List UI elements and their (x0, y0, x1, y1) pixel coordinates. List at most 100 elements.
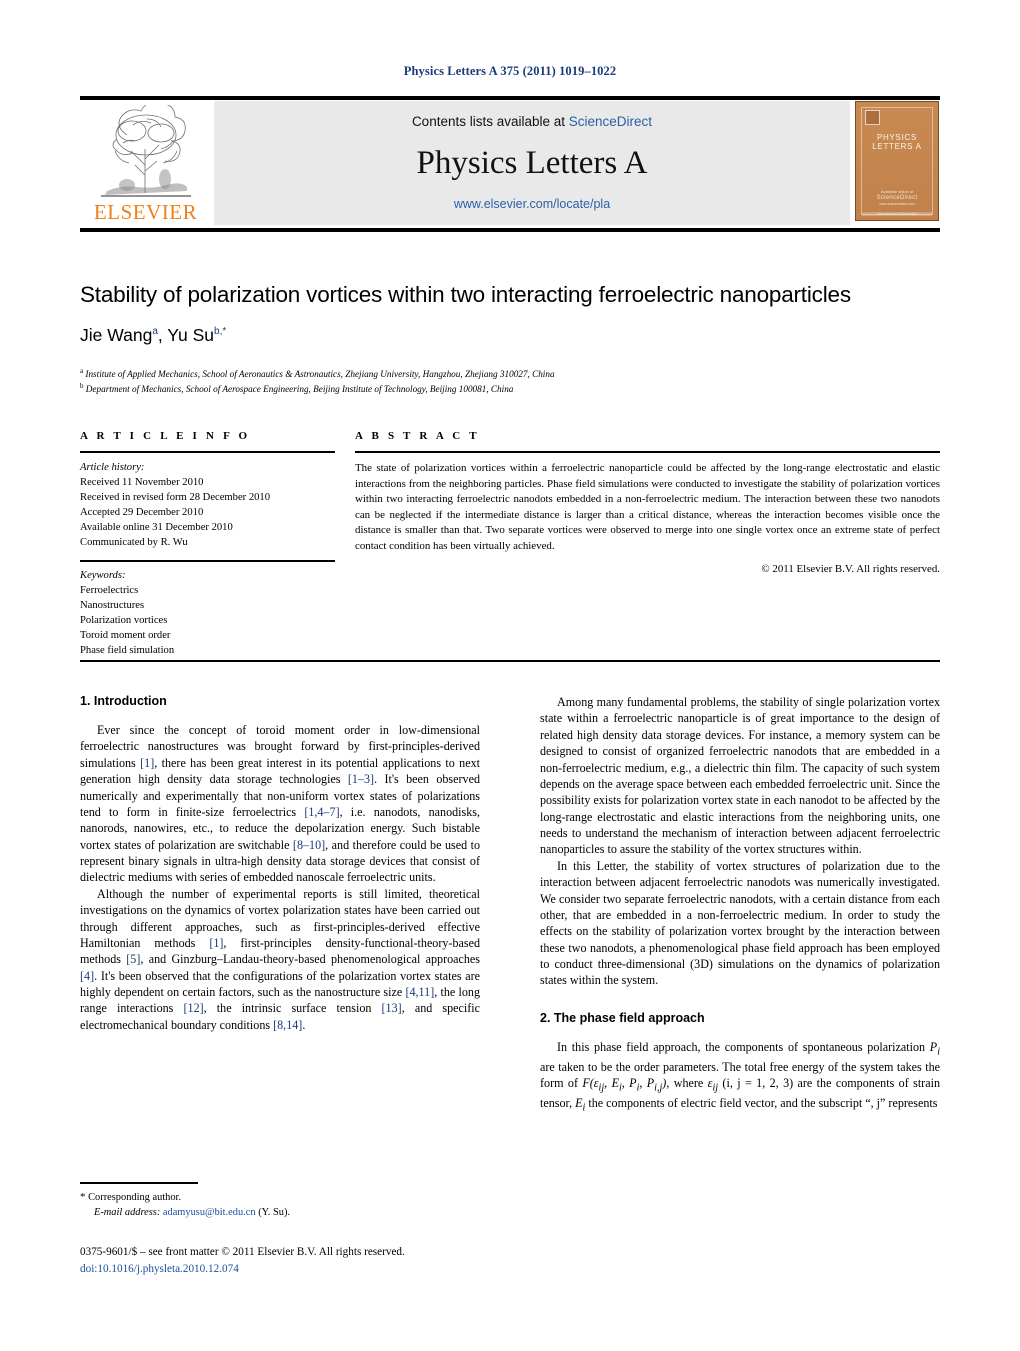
running-head: Physics Letters A 375 (2011) 1019–1022 (403, 64, 617, 78)
history-item: Communicated by R. Wu (80, 537, 188, 549)
history-item: Available online 31 December 2010 (80, 522, 233, 534)
cover-emblem-icon (865, 110, 880, 125)
keywords-rule (80, 560, 335, 563)
history-item: Received in revised form 28 December 201… (80, 492, 271, 504)
affiliation-a: a Institute of Applied Mechanics, School… (80, 366, 940, 381)
keyword-item: Polarization vortices (80, 615, 168, 627)
article-history-block: Article history: Received 11 November 20… (80, 460, 335, 550)
math-subscript: i (937, 1046, 940, 1058)
paragraph-intro-2: Although the number of experimental repo… (80, 886, 480, 1033)
keyword-item: Nanostructures (80, 600, 145, 612)
citation-ref[interactable]: [12] (184, 1001, 204, 1015)
cover-bottom-text: www.elsevier.com/locate/pla (877, 212, 917, 216)
email-suffix: (Y. Su). (258, 1207, 291, 1219)
corresponding-author-note: * Corresponding author. (80, 1190, 480, 1206)
keywords-block: Keywords: Ferroelectrics Nanostructures … (80, 568, 335, 658)
keywords-label: Keywords: (80, 570, 126, 582)
journal-url-link[interactable]: www.elsevier.com/locate/pla (454, 197, 610, 211)
cover-foot-line3: www.sciencedirect.com (879, 202, 915, 207)
footnote-star-marker: * (80, 1190, 86, 1203)
abstract-copyright: © 2011 Elsevier B.V. All rights reserved… (761, 562, 940, 575)
cover-foot-line2: ScienceDirect (876, 195, 918, 202)
keyword-item: Toroid moment order (80, 630, 171, 642)
elsevier-wordmark: ELSEVIER (93, 200, 198, 224)
journal-masthead: ELSEVIER Contents lists available at Sci… (80, 96, 940, 232)
math-symbol: , P (621, 1076, 637, 1091)
math-symbol: E (575, 1096, 583, 1111)
masthead-top-rule (80, 96, 940, 100)
body-separator-rule (80, 660, 940, 662)
sciencedirect-link[interactable]: ScienceDirect (569, 114, 652, 129)
text-run: the components of electric field vector,… (585, 1096, 938, 1111)
masthead-bottom-rule (80, 228, 940, 232)
text-run: , and Ginzburg–Landau-theory-based pheno… (140, 952, 480, 967)
imprint-block: 0375-9601/$ – see front matter © 2011 El… (80, 1244, 500, 1278)
text-run: In this phase field approach, the compon… (557, 1039, 930, 1054)
math-symbol: (ε (589, 1076, 599, 1091)
citation-ref[interactable]: [4] (80, 969, 94, 983)
math-symbol: F (582, 1076, 590, 1091)
elsevier-logo: ELSEVIER (80, 101, 211, 225)
masthead-center: Contents lists available at ScienceDirec… (214, 101, 850, 225)
body-column-left: 1. Introduction Ever since the concept o… (80, 694, 480, 1033)
contents-available-line: Contents lists available at ScienceDirec… (412, 114, 652, 129)
abstract-heading: A B S T R A C T (355, 430, 480, 442)
text-run: , where (666, 1076, 708, 1091)
math-symbol: , P (639, 1076, 655, 1091)
footnote-block: * Corresponding author. E-mail address: … (80, 1182, 480, 1221)
paper-page: Physics Letters A 375 (2011) 1019–1022 E… (0, 0, 1020, 1351)
article-info-column: A R T I C L E I N F O Article history: R… (80, 430, 335, 658)
journal-cover-thumbnail: PHYSICS LETTERS A Available online at Sc… (854, 101, 940, 225)
citation-ref[interactable]: [1,4–7] (304, 805, 339, 819)
citation-ref[interactable]: [5] (126, 952, 140, 966)
history-item: Accepted 29 December 2010 (80, 507, 204, 519)
affiliations: a Institute of Applied Mechanics, School… (80, 366, 940, 397)
abstract-text: The state of polarization vortices withi… (355, 462, 940, 552)
author-name-1: Jie Wang (80, 325, 153, 345)
citation-ref[interactable]: [1–3] (348, 772, 374, 786)
paragraph-intro-1: Ever since the concept of toroid moment … (80, 722, 480, 886)
affiliation-b-marker: b (80, 382, 84, 391)
elsevier-tree-icon (100, 105, 191, 197)
citation-ref[interactable]: [8–10] (293, 838, 325, 852)
email-line: E-mail address: adamyusu@bit.edu.cn (Y. … (80, 1205, 480, 1220)
article-info-heading: A R T I C L E I N F O (80, 430, 251, 442)
affiliation-b: b Department of Mechanics, School of Aer… (80, 381, 940, 396)
cover-title: PHYSICS LETTERS A (872, 133, 922, 151)
keyword-item: Ferroelectrics (80, 585, 139, 597)
paragraph-phase-1: In this phase field approach, the compon… (540, 1039, 940, 1116)
history-item: Received 11 November 2010 (80, 477, 204, 489)
citation-ref[interactable]: [1] (140, 756, 154, 770)
body-column-right: Among many fundamental problems, the sta… (540, 694, 940, 1115)
text-run: , the intrinsic surface tension (203, 1001, 382, 1016)
corresponding-author-marker[interactable]: * (222, 326, 226, 337)
email-link[interactable]: adamyusu@bit.edu.cn (163, 1207, 256, 1218)
author-name-2: Yu Su (167, 325, 215, 345)
cover-footer: Available online at ScienceDirect www.sc… (856, 189, 938, 207)
author-1-affil-marker: a (152, 326, 158, 338)
abstract-column: A B S T R A C T The state of polarizatio… (355, 430, 940, 575)
affiliation-a-text: Institute of Applied Mechanics, School o… (85, 369, 555, 380)
issn-copyright-line: 0375-9601/$ – see front matter © 2011 El… (80, 1246, 405, 1258)
page-title: Stability of polarization vortices withi… (80, 282, 851, 307)
citation-ref[interactable]: [8,14] (273, 1018, 302, 1032)
affiliation-b-text: Department of Mechanics, School of Aeros… (85, 384, 514, 395)
citation-ref[interactable]: [4,11] (405, 985, 434, 999)
article-info-rule (80, 451, 335, 453)
article-history-label: Article history: (80, 462, 145, 473)
footnote-rule (80, 1182, 198, 1184)
section-heading-introduction: 1. Introduction (80, 694, 167, 708)
corresponding-author-text: Corresponding author. (88, 1191, 182, 1203)
affiliation-a-marker: a (80, 367, 84, 375)
contents-prefix: Contents lists available at (411, 114, 569, 129)
section-heading-phase-field: 2. The phase field approach (540, 1010, 705, 1025)
paragraph-right-2: In this Letter, the stability of vortex … (540, 858, 940, 988)
citation-ref[interactable]: [13] (382, 1001, 402, 1015)
keyword-item: Phase field simulation (80, 645, 175, 657)
paragraph-right-1: Among many fundamental problems, the sta… (540, 695, 940, 857)
author-list: Jie Wanga, Yu Sub,* (80, 325, 227, 345)
doi-link[interactable]: doi:10.1016/j.physleta.2010.12.074 (80, 1261, 500, 1278)
text-run: . (302, 1017, 306, 1032)
citation-ref[interactable]: [1] (209, 936, 223, 950)
abstract-rule (355, 451, 940, 453)
